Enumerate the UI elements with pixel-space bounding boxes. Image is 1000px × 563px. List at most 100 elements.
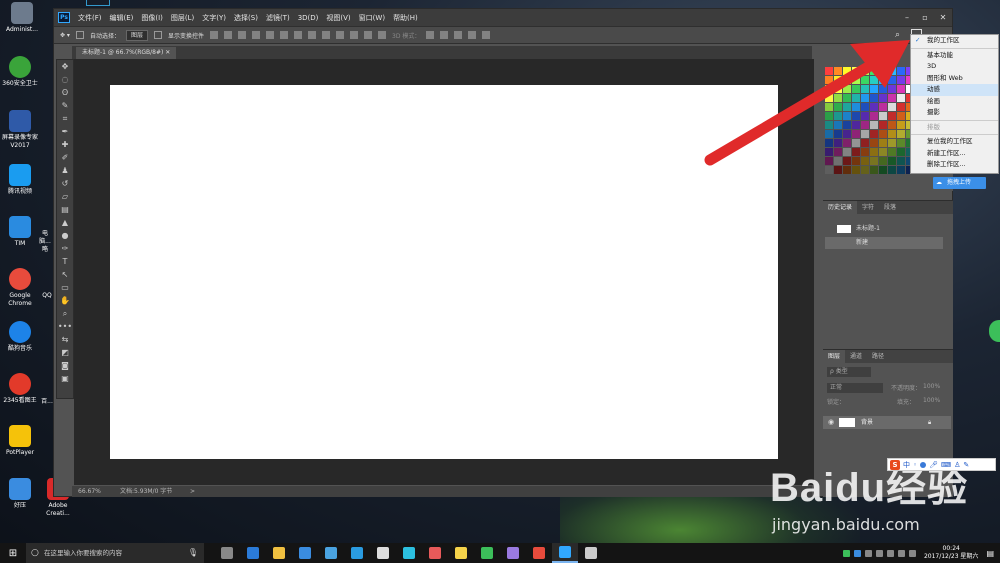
align-middle-icon[interactable] [224,31,232,39]
taskbar-app-player[interactable] [396,543,422,563]
workspace-item-motion[interactable]: 动感 [911,84,998,96]
blur-tool-icon[interactable]: ▲ [57,216,73,229]
gradient-tool-icon[interactable]: ▤ [57,203,73,216]
taskbar-app-edge[interactable] [240,543,266,563]
desktop-icon-tencent-video[interactable]: 腾讯视频 [0,164,40,196]
desktop-icon-tim[interactable]: TIM [0,216,40,248]
microphone-icon[interactable]: 🎤︎ [929,461,938,469]
distribute-left-icon[interactable] [336,31,344,39]
3d-roll-icon[interactable] [440,31,449,39]
3d-slide-icon[interactable] [468,31,477,39]
path-select-icon[interactable]: ↖ [57,268,73,281]
quick-mask-icon[interactable]: ◙ [57,359,73,372]
taskbar-app-photo[interactable] [422,543,448,563]
layer-row-background[interactable]: ◉ 背景 🔒︎ [823,416,951,429]
tab-paragraph[interactable]: 段落 [879,201,901,214]
taskbar-app-after-effects[interactable] [500,543,526,563]
swap-colors-icon[interactable]: ⇆ [57,333,73,346]
align-bottom-icon[interactable] [238,31,246,39]
tray-icon[interactable] [842,549,850,557]
clone-stamp-icon[interactable]: ♟ [57,164,73,177]
desktop-icon-chrome[interactable]: Google Chrome [0,268,40,308]
taskbar-app-notepad[interactable] [448,543,474,563]
quick-select-tool-icon[interactable]: ✎ [57,99,73,112]
history-brush-icon[interactable]: ↺ [57,177,73,190]
tab-paths[interactable]: 路径 [867,350,889,363]
marquee-tool-icon[interactable]: ◌ [57,73,73,86]
move-tool-icon[interactable]: ✥ ▾ [60,32,70,39]
sogou-logo-icon[interactable]: S [890,459,900,470]
tab-layers[interactable]: 图层 [823,350,846,363]
workspace-item-3d[interactable]: 3D [911,61,998,73]
auto-select-target-select[interactable]: 图层 [125,29,148,41]
menu-edit[interactable]: 编辑(E) [110,13,134,23]
align-center-icon[interactable] [266,31,274,39]
workspace-item-graphic-web[interactable]: 图形和 Web [911,73,998,85]
taskbar-app-security[interactable] [318,543,344,563]
taskbar-search-input[interactable]: ○ 在这里输入你要搜索的内容 🎙︎ [26,543,204,563]
align-right-icon[interactable] [280,31,288,39]
menu-type[interactable]: 文字(Y) [202,13,226,23]
desktop-icon-2345[interactable]: 2345看图王 [0,373,40,405]
opacity-value[interactable]: 100% [923,383,940,390]
taskbar-app-wechat[interactable] [474,543,500,563]
history-item-new[interactable]: 新建 [825,237,943,249]
taskbar-app-qq-browser[interactable] [344,543,370,563]
windows-start-icon[interactable]: ⊞ [0,548,26,559]
brush-tool-icon[interactable]: ✐ [57,151,73,164]
menu-image[interactable]: 图像(I) [141,13,163,23]
dodge-tool-icon[interactable]: ● [57,229,73,242]
blend-mode-select[interactable]: 正常 [827,383,883,393]
maximize-button[interactable]: ▫ [916,9,934,26]
desktop-icon-qq[interactable]: QQ [40,292,54,300]
eye-icon[interactable]: ◉ [828,416,834,429]
microphone-icon[interactable]: 🎙︎ [188,543,198,563]
auto-select-checkbox[interactable] [75,31,84,39]
history-snapshot[interactable]: 未标题-1 [825,223,943,235]
tray-icon[interactable] [853,549,861,557]
punctuation-icon[interactable]: ◦ [913,461,917,469]
workspace-item-essentials[interactable]: 基本功能 [911,50,998,62]
desktop-icon-haozip[interactable]: 好压 [0,478,40,510]
menu-file[interactable]: 文件(F) [78,13,102,23]
taskbar-clock[interactable]: 00:24 2017/12/23 星期六 [924,545,979,561]
auto-align-icon[interactable] [378,31,386,39]
emoji-icon[interactable] [920,461,927,468]
workspace-item-photography[interactable]: 摄影 [911,107,998,119]
eyedropper-tool-icon[interactable]: ✒ [57,125,73,138]
move-tool-icon[interactable]: ✥ [57,60,73,73]
status-menu-arrow[interactable]: > [190,486,195,497]
tray-icon[interactable] [886,549,894,557]
menu-filter[interactable]: 滤镜(T) [266,13,290,23]
tab-character[interactable]: 字符 [857,201,879,214]
tab-history[interactable]: 历史记录 [823,201,858,214]
desktop-icon-partial-2[interactable]: 百... [40,398,54,406]
distribute-middle-icon[interactable] [308,31,316,39]
crop-tool-icon[interactable]: ⌗ [57,112,73,125]
color-swatches-icon[interactable]: ◩ [57,346,73,359]
tray-icon[interactable] [864,549,872,557]
zoom-level[interactable]: 66.67% [78,486,101,497]
wifi-icon[interactable] [897,549,905,557]
keyboard-icon[interactable]: ⌨ [941,461,951,469]
floating-widget[interactable] [989,320,1000,342]
desktop-icon-admin[interactable]: Administ... [2,2,42,34]
taskbar-app-task-view[interactable] [214,543,240,563]
align-left-icon[interactable] [252,31,260,39]
desktop-icon-partial[interactable]: 电脑...略 [38,230,52,254]
taskbar-app-chrome[interactable] [526,543,552,563]
3d-rotate-icon[interactable] [426,31,435,39]
distribute-top-icon[interactable] [294,31,302,39]
reset-workspace-item[interactable]: 复位我的工作区 [911,136,998,148]
desktop-icon-screen-recorder[interactable]: 屏幕录像专家V2017 [0,110,40,150]
minimize-button[interactable]: – [898,9,916,26]
eraser-tool-icon[interactable]: ▱ [57,190,73,203]
desktop-icon-360[interactable]: 360安全卫士 [0,56,40,88]
healing-brush-icon[interactable]: ✚ [57,138,73,151]
new-workspace-item[interactable]: 新建工作区... [911,148,998,160]
pen-tool-icon[interactable]: ✑ [57,242,73,255]
shape-tool-icon[interactable]: ▭ [57,281,73,294]
3d-drag-icon[interactable] [454,31,463,39]
volume-icon[interactable] [908,549,916,557]
desktop-icon-potplayer[interactable]: PotPlayer [0,425,40,457]
